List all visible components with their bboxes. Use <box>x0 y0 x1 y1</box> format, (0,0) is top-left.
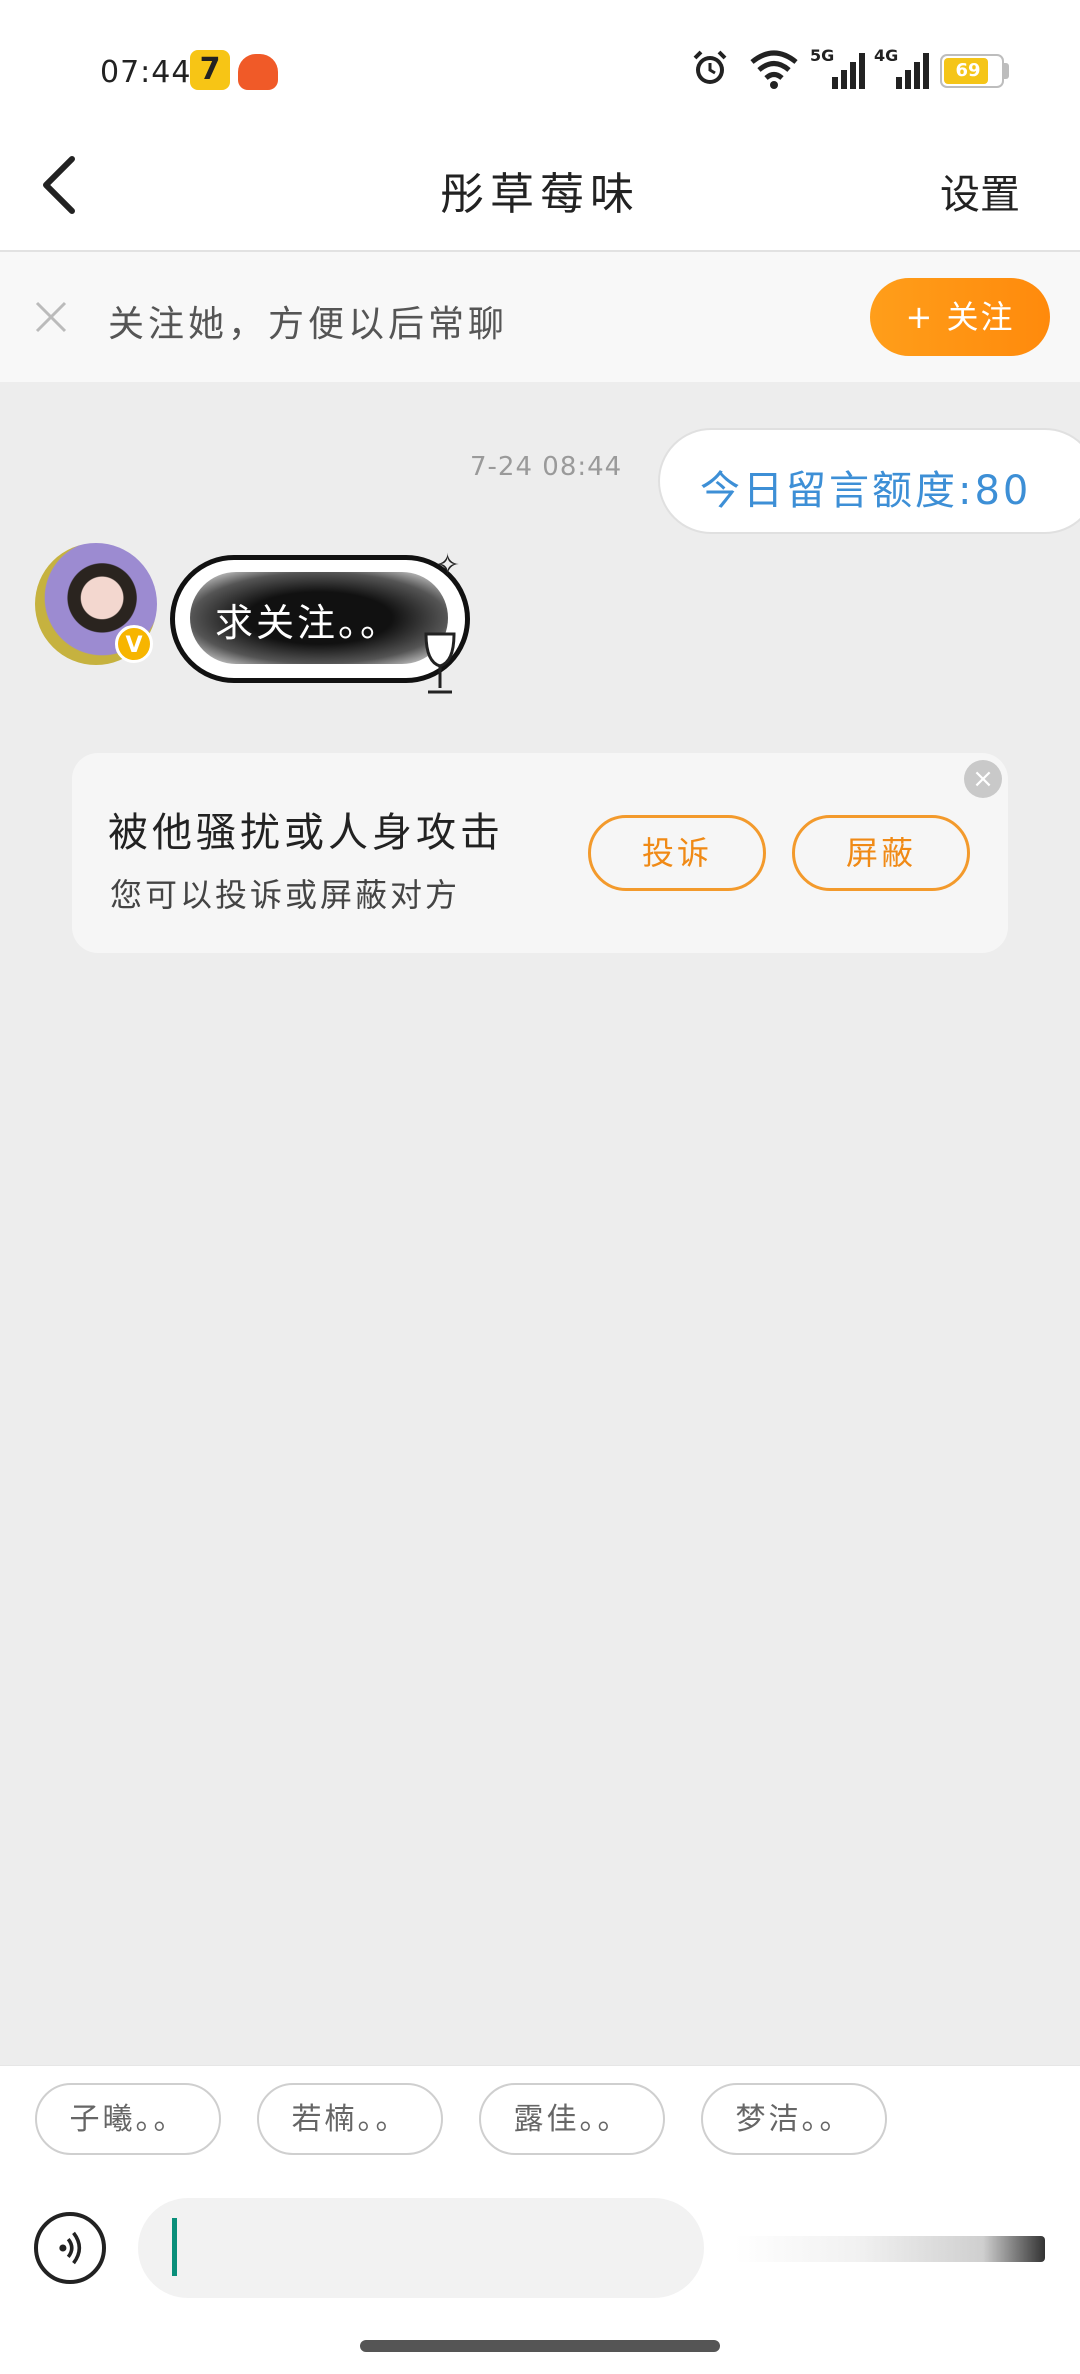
report-card-title: 被他骚扰或人身攻击 <box>108 810 504 856</box>
battery-icon: 69 <box>940 54 1004 88</box>
report-card-subtitle: 您可以投诉或屏蔽对方 <box>110 876 461 914</box>
close-icon[interactable] <box>32 298 70 336</box>
quota-text: 今日留言额度:80 <box>700 468 1032 514</box>
settings-button[interactable]: 设置 <box>940 162 1020 220</box>
obscured-toolbar <box>735 2236 1045 2262</box>
alarm-icon <box>693 50 727 84</box>
voice-input-icon[interactable] <box>34 2212 106 2284</box>
status-time: 07:44 <box>100 55 192 90</box>
report-card-close-icon[interactable]: × <box>964 760 1002 798</box>
wine-glass-icon <box>424 632 456 694</box>
block-button[interactable]: 屏蔽 <box>792 815 970 891</box>
app-icon-red <box>238 54 278 90</box>
follow-button[interactable]: + 关注 <box>870 278 1050 356</box>
quick-reply-chip[interactable]: 露佳。。 <box>479 2083 665 2155</box>
report-button[interactable]: 投诉 <box>588 815 766 891</box>
battery-tip <box>1004 63 1009 79</box>
sparkle-icon: ✧ <box>435 548 461 583</box>
follow-banner-text: 关注她，方便以后常聊 <box>108 304 509 345</box>
message-timestamp: 7-24 08:44 <box>470 452 623 482</box>
received-message-text: 求关注。。 <box>215 601 402 645</box>
back-arrow-icon[interactable] <box>30 145 90 225</box>
signal-5g-icon: 5G <box>810 46 865 89</box>
signal-5g-label: 5G <box>810 46 834 65</box>
text-caret <box>172 2218 177 2276</box>
wifi-icon <box>750 50 798 89</box>
home-indicator[interactable] <box>360 2340 720 2352</box>
quick-reply-chip[interactable]: 梦洁。。 <box>701 2083 887 2155</box>
quick-reply-chip[interactable]: 子曦。。 <box>35 2083 221 2155</box>
app-icon-7: 7 <box>190 50 230 90</box>
signal-4g-label: 4G <box>874 46 898 65</box>
battery-level: 69 <box>955 60 981 81</box>
message-input[interactable] <box>138 2198 704 2298</box>
signal-4g-icon: 4G <box>874 46 929 89</box>
quick-reply-chip[interactable]: 若楠。。 <box>257 2083 443 2155</box>
page-title: 彤草莓味 <box>440 169 640 220</box>
verified-badge: V <box>115 625 153 663</box>
